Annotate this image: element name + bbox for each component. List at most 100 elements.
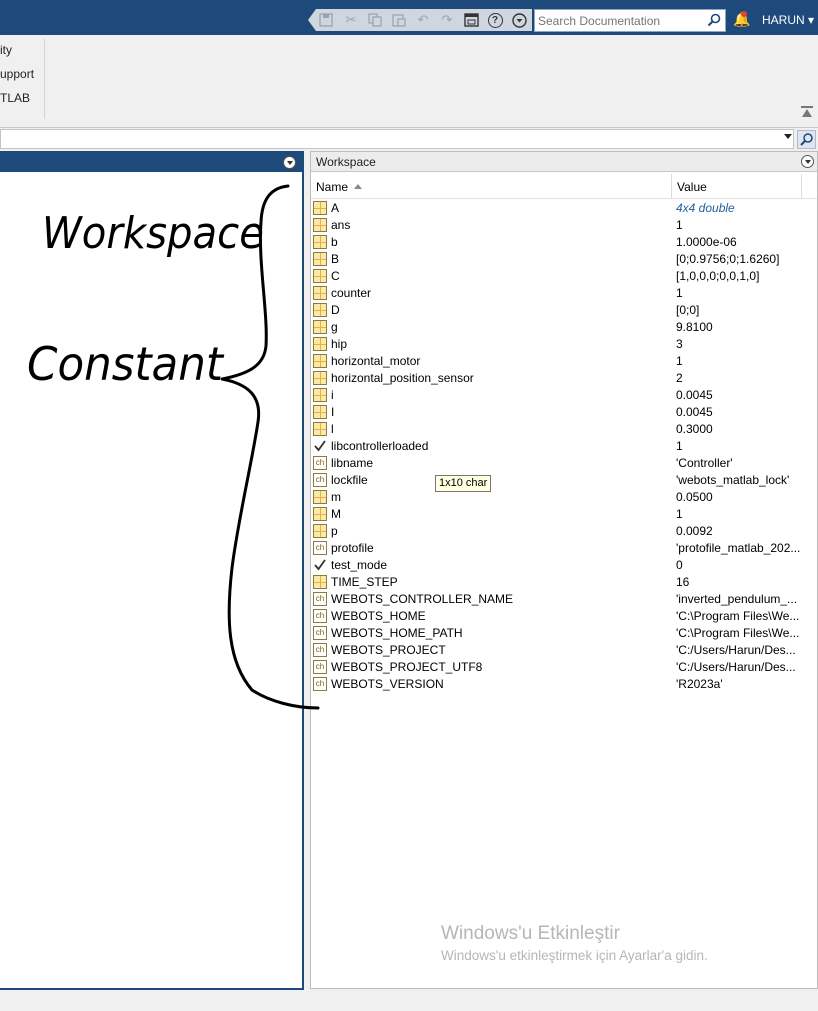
table-row[interactable]: ans 1 bbox=[311, 217, 817, 234]
undo-icon[interactable]: ↶ bbox=[415, 12, 431, 28]
char-icon: ch bbox=[313, 609, 327, 623]
variable-value: 1 bbox=[676, 286, 683, 300]
workspace-actions-icon[interactable] bbox=[801, 155, 814, 168]
search-input[interactable] bbox=[538, 12, 706, 29]
variable-name: libname bbox=[331, 456, 374, 470]
matrix-icon bbox=[313, 490, 327, 504]
table-row[interactable]: B [0;0.9756;0;1.6260] bbox=[311, 251, 817, 268]
variable-value: 2 bbox=[676, 371, 683, 385]
variable-value: 'C:\Program Files\We... bbox=[676, 626, 800, 640]
variable-name: l bbox=[331, 422, 334, 436]
table-row[interactable]: ch protofile 'protofile_matlab_202... bbox=[311, 540, 817, 557]
table-row[interactable]: ch WEBOTS_HOME 'C:\Program Files\We... bbox=[311, 608, 817, 625]
column-header-value[interactable]: Value bbox=[677, 180, 707, 194]
notification-badge bbox=[741, 11, 747, 17]
variable-name: m bbox=[331, 490, 341, 504]
table-row[interactable]: m 0.0500 bbox=[311, 489, 817, 506]
variable-value[interactable]: 4x4 double bbox=[676, 201, 735, 215]
ribbon-divider bbox=[44, 39, 45, 119]
table-row[interactable]: horizontal_position_sensor 2 bbox=[311, 370, 817, 387]
workspace-table-header: Name Value bbox=[311, 174, 817, 199]
matrix-icon bbox=[313, 524, 327, 538]
table-row[interactable]: TIME_STEP 16 bbox=[311, 574, 817, 591]
table-row[interactable]: I 0.0045 bbox=[311, 404, 817, 421]
matrix-icon bbox=[313, 337, 327, 351]
table-row[interactable]: D [0;0] bbox=[311, 302, 817, 319]
save-icon[interactable] bbox=[318, 12, 334, 28]
variable-value: [0;0.9756;0;1.6260] bbox=[676, 252, 780, 266]
user-account-menu[interactable]: HARUN ▾ bbox=[762, 13, 814, 27]
search-icon[interactable] bbox=[707, 13, 721, 27]
ribbon-item-community[interactable]: ity bbox=[0, 43, 12, 57]
matrix-icon bbox=[313, 405, 327, 419]
column-divider[interactable] bbox=[671, 174, 672, 199]
ribbon-item-learn-matlab[interactable]: TLAB bbox=[0, 91, 30, 105]
chevron-down-icon[interactable] bbox=[784, 134, 792, 139]
table-row[interactable]: ch WEBOTS_PROJECT 'C:/Users/Harun/Des... bbox=[311, 642, 817, 659]
matrix-icon bbox=[313, 218, 327, 232]
search-documentation[interactable] bbox=[534, 9, 726, 32]
char-icon: ch bbox=[313, 473, 327, 487]
column-divider[interactable] bbox=[801, 174, 802, 199]
paste-icon[interactable] bbox=[391, 12, 407, 28]
variable-value: 'R2023a' bbox=[676, 677, 723, 691]
variable-name: lockfile bbox=[331, 473, 368, 487]
column-header-name[interactable]: Name bbox=[316, 180, 348, 194]
matrix-icon bbox=[313, 371, 327, 385]
ribbon: ity upport TLAB bbox=[0, 35, 818, 128]
table-row[interactable]: b 1.0000e-06 bbox=[311, 234, 817, 251]
table-row[interactable]: i 0.0045 bbox=[311, 387, 817, 404]
command-window-panel[interactable] bbox=[0, 151, 304, 990]
matrix-icon bbox=[313, 388, 327, 402]
table-row[interactable]: M1 bbox=[311, 506, 817, 523]
cut-icon[interactable]: ✂ bbox=[343, 12, 359, 28]
help-icon[interactable]: ? bbox=[487, 12, 503, 28]
table-row[interactable]: ch libname 'Controller' bbox=[311, 455, 817, 472]
panel-actions-icon[interactable] bbox=[283, 156, 296, 169]
options-icon[interactable] bbox=[511, 12, 527, 28]
table-row[interactable]: l 0.3000 bbox=[311, 421, 817, 438]
copy-icon[interactable] bbox=[367, 12, 383, 28]
variable-name: g bbox=[331, 320, 338, 334]
table-row[interactable]: libcontrollerloaded 1 bbox=[311, 438, 817, 455]
collapse-ribbon-icon[interactable] bbox=[801, 106, 813, 120]
table-row[interactable]: ch WEBOTS_VERSION 'R2023a' bbox=[311, 676, 817, 693]
variable-value: 0.0092 bbox=[676, 524, 713, 538]
variable-value: [1,0,0,0;0,0,1,0] bbox=[676, 269, 760, 283]
switch-windows-icon[interactable] bbox=[463, 12, 479, 28]
table-row[interactable]: ch lockfile 'webots_matlab_lock' bbox=[311, 472, 817, 489]
variable-value: 0.0045 bbox=[676, 405, 713, 419]
table-row[interactable]: horizontal_motor 1 bbox=[311, 353, 817, 370]
folder-search-button[interactable] bbox=[797, 130, 816, 149]
logical-icon bbox=[313, 439, 327, 453]
variable-name: A bbox=[331, 201, 340, 215]
variable-value: 'Controller' bbox=[676, 456, 733, 470]
table-row[interactable]: g 9.8100 bbox=[311, 319, 817, 336]
table-row[interactable]: ch WEBOTS_HOME_PATH 'C:\Program Files\We..… bbox=[311, 625, 817, 642]
table-row[interactable]: A 4x4 double bbox=[311, 200, 817, 217]
char-icon: ch bbox=[313, 660, 327, 674]
ribbon-item-request-support[interactable]: upport bbox=[0, 67, 34, 81]
current-folder-field[interactable] bbox=[0, 129, 794, 149]
char-icon: ch bbox=[313, 592, 327, 606]
matrix-icon bbox=[313, 201, 327, 215]
variable-value: 'C:\Program Files\We... bbox=[676, 609, 800, 623]
table-row[interactable]: ch WEBOTS_PROJECT_UTF8 'C:/Users/Harun/Des… bbox=[311, 659, 817, 676]
variable-value: 16 bbox=[676, 575, 690, 589]
table-row[interactable]: C [1,0,0,0;0,0,1,0] bbox=[311, 268, 817, 285]
table-row[interactable]: p 0.0092 bbox=[311, 523, 817, 540]
variable-name: M bbox=[331, 507, 341, 521]
logical-icon bbox=[313, 558, 327, 572]
table-row[interactable]: test_mode 0 bbox=[311, 557, 817, 574]
table-row[interactable]: counter 1 bbox=[311, 285, 817, 302]
table-row[interactable]: ch WEBOTS_CONTROLLER_NAME 'inverted_pendul… bbox=[311, 591, 817, 608]
variable-value: 1 bbox=[676, 439, 683, 453]
activation-watermark-text: Windows'u etkinleştirmek için Ayarlar'a … bbox=[441, 948, 708, 963]
command-window-header bbox=[0, 153, 302, 172]
redo-icon[interactable]: ↷ bbox=[439, 12, 455, 28]
table-row[interactable]: hip 3 bbox=[311, 336, 817, 353]
variable-name: B bbox=[331, 252, 340, 266]
variable-value: 'webots_matlab_lock' bbox=[676, 473, 790, 487]
variable-name: WEBOTS_VERSION bbox=[331, 677, 444, 691]
current-folder-bar bbox=[0, 128, 818, 150]
